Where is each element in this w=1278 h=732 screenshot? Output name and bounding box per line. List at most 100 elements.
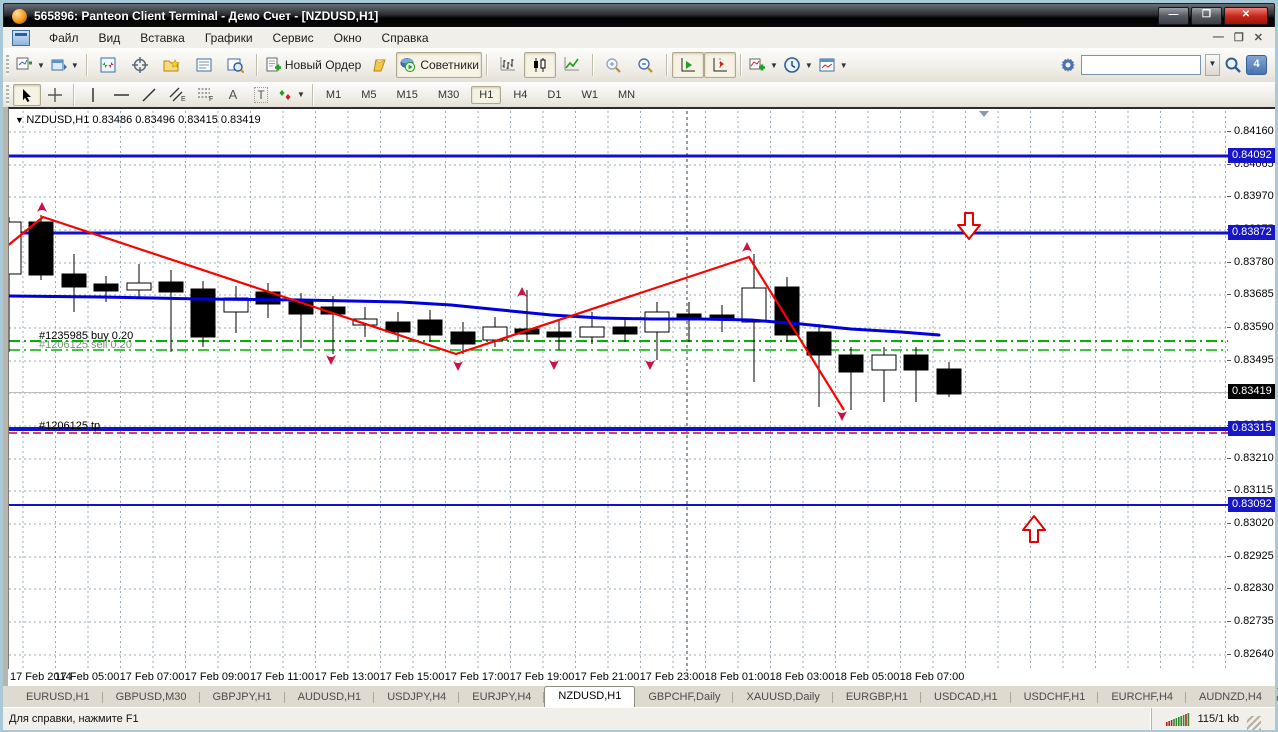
price-tick: 0.83020 [1227, 517, 1274, 529]
menu-Справка[interactable]: Справка [372, 29, 439, 47]
price-scale[interactable]: 0.841600.840650.839700.838750.837800.836… [1227, 107, 1275, 688]
zoom-out-button[interactable] [630, 52, 662, 78]
indicators-button[interactable]: ▼ [746, 52, 781, 78]
tab-GBPUSD,M30[interactable]: GBPUSD,M30 [103, 688, 200, 707]
line-price-badge: 0.84092 [1228, 148, 1275, 163]
vertical-line-tool-button[interactable] [79, 84, 107, 106]
timeframe-D1[interactable]: D1 [539, 86, 569, 104]
horizontal-line-tool-button[interactable] [107, 84, 135, 106]
community-badge[interactable]: 4 [1246, 55, 1267, 75]
mdi-restore-button[interactable]: ❐ [1234, 31, 1244, 44]
svg-text:F: F [209, 96, 213, 102]
toolbar-grip[interactable] [6, 84, 9, 105]
candlestick-chart-button[interactable] [523, 52, 556, 78]
line-price-badge: 0.83872 [1228, 225, 1275, 240]
data-window-button[interactable] [124, 52, 156, 78]
metaeditor-button[interactable] [364, 52, 396, 78]
toolbar-separator [85, 54, 88, 76]
menu-Файл[interactable]: Файл [39, 29, 89, 47]
market-watch-button[interactable] [92, 52, 124, 78]
tab-EURCHF,H4[interactable]: EURCHF,H4 [1098, 688, 1186, 707]
time-label: 18 Feb 03:00 [769, 671, 835, 683]
new-order-label: Новый Ордер [284, 58, 362, 72]
search-icon[interactable] [1224, 56, 1242, 74]
chart-symbol-ohlc: ▼ NZDUSD,H1 0.83486 0.83496 0.83415 0.83… [15, 114, 261, 126]
equidistant-channel-tool-button[interactable]: E [163, 84, 191, 106]
tab-USDCAD,H1[interactable]: USDCAD,H1 [921, 688, 1011, 707]
tab-AUDUSD,H1[interactable]: AUDUSD,H1 [285, 688, 375, 707]
timeframe-W1[interactable]: W1 [573, 86, 606, 104]
templates-button[interactable]: ▼ [816, 52, 851, 78]
tab-GBPCHF,Daily[interactable]: GBPCHF,Daily [635, 688, 734, 707]
search-input[interactable] [1081, 55, 1201, 75]
text-tool-button[interactable]: A [219, 84, 247, 106]
menu-Вставка[interactable]: Вставка [130, 29, 195, 47]
crosshair-tool-button[interactable] [41, 84, 69, 106]
profiles-button[interactable]: ▼ [48, 52, 82, 78]
cursor-tool-button[interactable] [13, 83, 41, 106]
timeframe-MN[interactable]: MN [610, 86, 643, 104]
chart-plot-area[interactable]: ▼ NZDUSD,H1 0.83486 0.83496 0.83415 0.83… [8, 107, 1228, 671]
time-label: 17 Feb 11:00 [249, 671, 315, 683]
navigator-button[interactable] [156, 52, 188, 78]
timeframe-H4[interactable]: H4 [505, 86, 535, 104]
new-order-button[interactable]: Новый Ордер [262, 52, 364, 78]
line-chart-button[interactable] [556, 52, 588, 78]
maximize-button[interactable]: ❐ [1191, 7, 1222, 25]
tab-EURUSD,H1[interactable]: EURUSD,H1 [13, 688, 103, 707]
arrows-tool-button[interactable]: ▼ [275, 84, 308, 106]
timeframe-H1[interactable]: H1 [471, 85, 502, 104]
tab-AUDNZD,H4[interactable]: AUDNZD,H4 [1186, 688, 1275, 707]
menu-Вид[interactable]: Вид [89, 29, 131, 47]
minimize-button[interactable]: — [1158, 7, 1189, 25]
fibonacci-tool-button[interactable]: F [191, 84, 219, 106]
traffic-counter: 115/1 kb [1197, 713, 1239, 725]
tab-USDJPY,H4[interactable]: USDJPY,H4 [374, 688, 460, 707]
text-label-tool-button[interactable]: T [247, 84, 275, 106]
menu-items: Файл Вид Вставка Графики Сервис Окно Справка [39, 29, 439, 47]
strategy-tester-button[interactable] [220, 52, 252, 78]
chart-collapse-icon[interactable]: ▼ [15, 115, 26, 125]
search-dropdown-button[interactable]: ▼ [1205, 54, 1220, 76]
timeframe-M30[interactable]: M30 [430, 86, 467, 104]
timeframe-M5[interactable]: M5 [353, 86, 384, 104]
chart-shift-button[interactable] [703, 52, 736, 78]
menu-Графики[interactable]: Графики [195, 29, 263, 47]
price-tick: 0.83685 [1227, 288, 1274, 300]
zoom-in-button[interactable] [598, 52, 630, 78]
price-tick: 0.83210 [1227, 452, 1274, 464]
dropdown-arrow-icon: ▼ [804, 60, 813, 70]
auto-scroll-button[interactable] [671, 52, 704, 78]
chart-canvas [9, 111, 1228, 671]
tab-EURGBP,H1[interactable]: EURGBP,H1 [833, 688, 922, 707]
terminal-button[interactable] [188, 52, 220, 78]
tab-XAUUSD,Daily[interactable]: XAUUSD,Daily [733, 688, 834, 707]
timeframe-M15[interactable]: M15 [388, 86, 425, 104]
menu-Сервис[interactable]: Сервис [263, 29, 324, 47]
resize-grip[interactable] [1247, 716, 1261, 730]
timeframe-M1[interactable]: M1 [318, 86, 349, 104]
menu-Окно[interactable]: Окно [324, 29, 372, 47]
status-connection-panel: 115/1 kb [1150, 708, 1275, 730]
tab-USDCHF,H1[interactable]: USDCHF,H1 [1011, 688, 1099, 707]
toolbar-right-cluster: ▼ 4 [1059, 54, 1275, 76]
close-button[interactable]: ✕ [1224, 7, 1268, 25]
chart-window-icon [12, 29, 30, 46]
tab-EURJPY,H4[interactable]: EURJPY,H4 [459, 688, 545, 707]
mdi-minimize-button[interactable]: — [1213, 31, 1224, 44]
periods-button[interactable]: ▼ [781, 52, 816, 78]
title-bar[interactable]: 565896: Panteon Client Terminal - Демо С… [3, 3, 1275, 29]
status-help-text: Для справки, нажмите F1 [9, 713, 139, 725]
mdi-close-button[interactable]: ✕ [1254, 31, 1263, 44]
tab-GBPJPY,H1[interactable]: GBPJPY,H1 [200, 688, 285, 707]
price-tick: 0.83590 [1227, 321, 1274, 333]
tab-NZDUSD,H1[interactable]: NZDUSD,H1 [544, 686, 636, 707]
settings-gear-icon[interactable] [1059, 56, 1077, 74]
toolbar-grip[interactable] [6, 55, 9, 75]
trendline-tool-button[interactable] [135, 84, 163, 106]
application-window: { "window": { "title": "565896: Panteon … [0, 0, 1278, 732]
bar-chart-button[interactable] [492, 52, 524, 78]
time-axis[interactable]: 17 Feb 2014 17 Feb 05:00 17 Feb 07:00 17 Fe… [8, 669, 1227, 686]
new-chart-button[interactable]: ▼ [13, 52, 48, 78]
expert-advisors-button[interactable]: Советники [396, 52, 482, 78]
